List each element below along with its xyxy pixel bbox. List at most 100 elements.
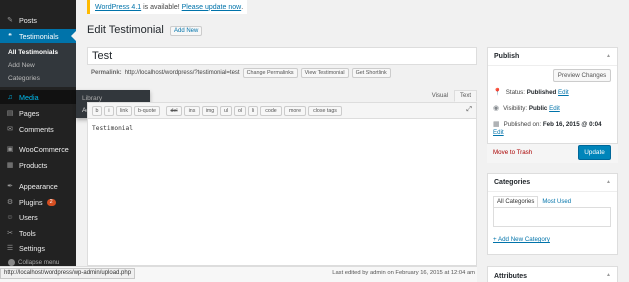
sidebar-item-pages[interactable]: ▤ Pages: [0, 106, 76, 120]
post-visibility: ◉ Visibility: Public Edit: [493, 104, 560, 112]
get-shortlink-button[interactable]: Get Shortlink: [351, 68, 391, 78]
testimonials-submenu: All Testimonials Add New Categories: [0, 43, 76, 87]
move-to-trash-link[interactable]: Move to Trash: [493, 149, 532, 156]
fullscreen-expand-icon[interactable]: ⤢: [466, 106, 472, 114]
sidebar-item-comments[interactable]: ✉ Comments: [0, 122, 76, 136]
attributes-heading-label: Attributes: [494, 272, 528, 280]
edit-date-link[interactable]: Edit: [493, 129, 504, 136]
permalink-label: Permalink:: [91, 70, 122, 76]
status-value: Published: [526, 89, 557, 96]
preview-changes-button[interactable]: Preview Changes: [553, 69, 611, 82]
sidebar-item-label: Pages: [19, 108, 40, 118]
sidebar-item-testimonials[interactable]: ❝ Testimonials: [0, 29, 76, 43]
submenu-add-new[interactable]: Add New: [8, 62, 35, 69]
qt-del-button[interactable]: del: [166, 106, 182, 116]
users-icon: ☺: [6, 213, 14, 221]
publish-heading-label: Publish: [494, 53, 520, 60]
pin-icon: ✎: [7, 17, 13, 24]
update-count-badge: 2: [46, 198, 56, 206]
post-date-edit: Edit: [493, 129, 504, 136]
qt-img-button[interactable]: img: [202, 106, 218, 116]
qt-ul-button[interactable]: ul: [220, 106, 232, 116]
sidebar-item-label: Posts: [19, 15, 37, 25]
content-editor[interactable]: Testimonial: [87, 119, 477, 266]
sidebar-item-label: Comments: [19, 124, 54, 134]
flyout-library[interactable]: Library: [82, 95, 102, 102]
sidebar-item-tools[interactable]: ✂ Tools: [0, 226, 76, 240]
admin-sidebar: ✎ Posts ❝ Testimonials All Testimonials …: [0, 0, 76, 282]
qt-close-tags-button[interactable]: close tags: [308, 106, 342, 116]
sidebar-item-appearance[interactable]: ✒ Appearance: [0, 179, 76, 193]
qt-blockquote-button[interactable]: b-quote: [134, 106, 160, 116]
status-url-tooltip: http://localhost/wordpress/wp-admin/uplo…: [0, 268, 136, 279]
permalink-url[interactable]: http://localhost/wordpress/?testimonial=…: [125, 70, 240, 76]
qt-more-button[interactable]: more: [284, 106, 306, 116]
post-title-input[interactable]: Test: [87, 47, 477, 65]
settings-icon: ☰: [6, 245, 14, 252]
sidebar-item-settings[interactable]: ☰ Settings: [0, 241, 76, 255]
sidebar-item-media[interactable]: ♫ Media: [0, 90, 76, 104]
sidebar-item-label: Testimonials: [19, 31, 59, 41]
qt-li-button[interactable]: li: [248, 106, 258, 116]
editor-tabs: Visual Text: [426, 90, 477, 102]
update-button[interactable]: Update: [578, 145, 611, 160]
toggle-arrow-icon[interactable]: ▲: [606, 179, 611, 185]
attributes-heading[interactable]: Attributes ▲: [488, 267, 617, 282]
sidebar-item-woocommerce[interactable]: ▣ WooCommerce: [0, 142, 76, 156]
permalink-row: Permalink: http://localhost/wordpress/?t…: [91, 68, 391, 78]
tab-text[interactable]: Text: [453, 90, 477, 102]
visibility-value: Public: [528, 105, 548, 112]
sidebar-item-plugins[interactable]: ⚙ Plugins 2: [0, 195, 76, 209]
category-checklist[interactable]: [493, 207, 611, 227]
add-new-category-link[interactable]: + Add New Category: [493, 236, 550, 243]
sidebar-item-posts[interactable]: ✎ Posts: [0, 13, 76, 27]
woocommerce-icon: ▣: [6, 146, 14, 153]
update-notice: WordPress 4.1 is available! Please updat…: [87, 0, 247, 14]
page-title: Edit Testimonial: [87, 24, 164, 36]
sidebar-item-label: Plugins: [19, 197, 43, 207]
sidebar-item-label: Settings: [19, 243, 45, 253]
qt-bold-button[interactable]: b: [92, 106, 102, 116]
post-status: 📍 Status: Published Edit: [493, 88, 569, 96]
toggle-arrow-icon[interactable]: ▲: [606, 272, 611, 278]
page-icon: ▤: [6, 110, 14, 117]
brush-icon: ✒: [7, 183, 13, 190]
edit-visibility-link[interactable]: Edit: [549, 105, 560, 112]
sidebar-item-users[interactable]: ☺ Users: [0, 210, 76, 224]
notice-text: is available!: [141, 3, 182, 11]
quote-icon: ❝: [8, 33, 12, 40]
sidebar-item-label: Media: [19, 92, 39, 102]
comment-icon: ✉: [7, 126, 13, 133]
sidebar-item-label: Tools: [19, 228, 36, 238]
qt-ol-button[interactable]: ol: [234, 106, 246, 116]
products-icon: ▦: [6, 162, 14, 169]
collapse-icon: [8, 259, 15, 266]
publish-heading[interactable]: Publish ▲: [488, 48, 617, 66]
categories-heading-label: Categories: [494, 179, 531, 186]
change-permalinks-button[interactable]: Change Permalinks: [242, 68, 298, 78]
post-date: ▦ Published on: Feb 16, 2015 @ 0:04: [493, 120, 602, 128]
media-icon: ♫: [7, 93, 13, 101]
submenu-all-testimonials[interactable]: All Testimonials: [8, 49, 58, 56]
qt-link-button[interactable]: link: [116, 106, 132, 116]
sidebar-item-products[interactable]: ▦ Products: [0, 158, 76, 172]
tab-visual[interactable]: Visual: [426, 90, 454, 102]
view-testimonial-button[interactable]: View Testimonial: [300, 68, 349, 78]
qt-code-button[interactable]: code: [260, 106, 282, 116]
wordpress-version-link[interactable]: WordPress 4.1: [95, 4, 141, 11]
submenu-categories[interactable]: Categories: [8, 75, 40, 82]
quicktags-toolbar: b i link b-quote del ins img ul ol li co…: [87, 102, 477, 119]
attributes-box: Attributes ▲: [487, 266, 618, 282]
toggle-arrow-icon[interactable]: ▲: [606, 53, 611, 59]
add-new-button[interactable]: Add New: [170, 26, 203, 36]
update-now-link[interactable]: Please update now: [182, 4, 242, 11]
sidebar-item-label: Products: [19, 160, 48, 170]
edit-status-link[interactable]: Edit: [558, 89, 569, 96]
sidebar-item-label: Appearance: [19, 181, 58, 191]
categories-heading[interactable]: Categories ▲: [488, 174, 617, 192]
editor-content[interactable]: Testimonial: [92, 125, 133, 132]
qt-ins-button[interactable]: ins: [184, 106, 200, 116]
qt-italic-button[interactable]: i: [104, 106, 114, 116]
status-label: Status:: [505, 89, 525, 96]
calendar-icon: ▦: [493, 121, 500, 128]
